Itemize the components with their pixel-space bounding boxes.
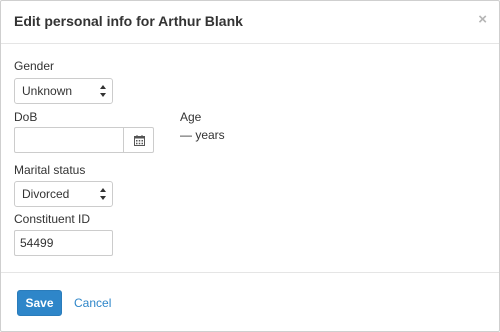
cancel-link[interactable]: Cancel — [74, 290, 111, 316]
dob-label: DoB — [14, 110, 38, 124]
calendar-icon — [134, 135, 145, 146]
dialog-header: Edit personal info for Arthur Blank × — [1, 1, 499, 44]
constituent-id-label: Constituent ID — [14, 212, 91, 226]
dialog-title: Edit personal info for Arthur Blank — [14, 13, 243, 29]
age-value: — years — [180, 128, 225, 142]
constituent-id-input[interactable]: 54499 — [14, 230, 113, 256]
dialog-body: Gender Unknown DoB Age — years Marital s… — [1, 44, 499, 273]
calendar-button[interactable] — [123, 127, 154, 153]
sort-arrows-icon — [100, 188, 106, 200]
gender-select[interactable]: Unknown — [14, 78, 113, 104]
close-icon[interactable]: × — [478, 12, 487, 28]
dialog-footer: Save Cancel — [1, 273, 499, 331]
sort-arrows-icon — [100, 85, 106, 97]
age-label: Age — [180, 110, 202, 124]
marital-status-label: Marital status — [14, 163, 86, 177]
gender-select-value: Unknown — [22, 84, 73, 98]
dob-input[interactable] — [14, 127, 124, 153]
gender-label: Gender — [14, 59, 55, 73]
save-button[interactable]: Save — [17, 290, 62, 316]
marital-status-select-value: Divorced — [22, 187, 70, 201]
marital-status-select[interactable]: Divorced — [14, 181, 113, 207]
edit-personal-info-dialog: Edit personal info for Arthur Blank × Ge… — [0, 0, 500, 332]
